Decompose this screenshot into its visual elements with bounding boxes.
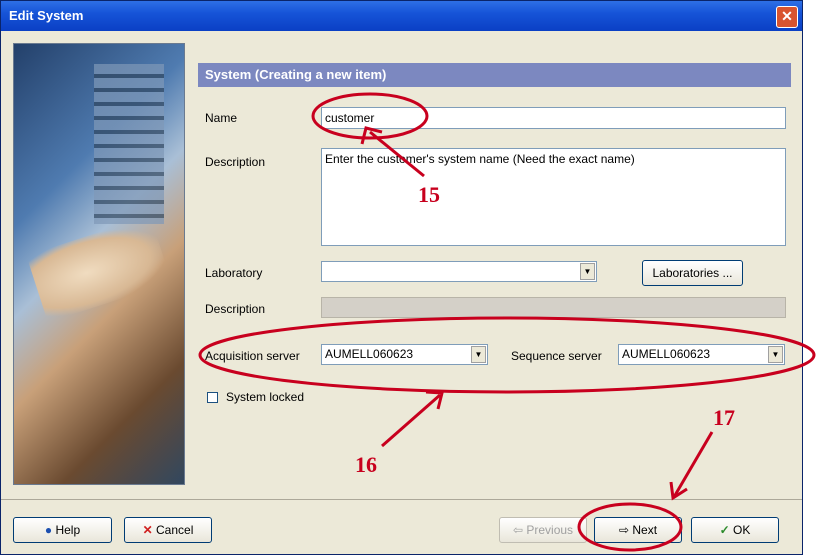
annotation-arrow-16 [381, 393, 441, 448]
annotation-overlay [198, 92, 816, 552]
annotation-arrow-15 [369, 130, 425, 178]
annotation-label-15: 15 [418, 182, 440, 207]
annotation-ellipse-17 [577, 502, 683, 552]
annotation-label-17: 17 [713, 405, 735, 430]
annotation-ellipse-15 [311, 92, 429, 140]
annotation-label-16: 16 [355, 452, 377, 477]
annotation-arrow-17 [672, 431, 714, 498]
annotation-ellipse-16 [198, 316, 816, 394]
